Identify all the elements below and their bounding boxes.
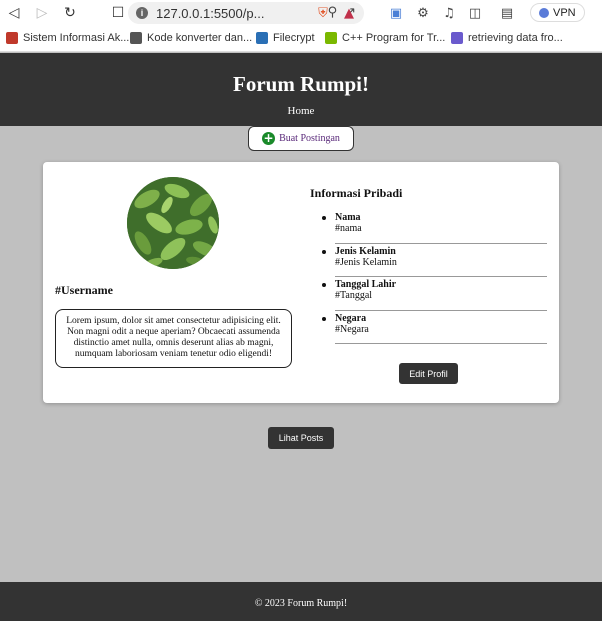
bookmark-item-filecrypt[interactable]: Filecrypt — [256, 32, 315, 44]
media-icon[interactable]: ♫ — [440, 3, 458, 23]
site-header: Forum Rumpi! Home — [0, 53, 602, 126]
avatar — [127, 177, 219, 269]
site-title: Forum Rumpi! — [233, 72, 369, 96]
info-label: Jenis Kelamin — [335, 245, 396, 257]
info-item-tanggal-lahir: Tanggal Lahir #Tanggal — [322, 277, 547, 311]
sidebar-icon[interactable]: ◫ — [466, 3, 484, 23]
wallet-icon[interactable]: ▤ — [498, 3, 516, 23]
bookmark-label: Sistem Informasi Ak... — [23, 32, 130, 44]
vpn-button[interactable]: VPN — [530, 3, 585, 22]
bookmark-label: retrieving data fro... — [468, 32, 563, 44]
info-value: #Jenis Kelamin — [335, 256, 397, 268]
bookmark-item-cpp-program[interactable]: C++ Program for Tr... — [325, 32, 445, 44]
extensions-icon[interactable]: ⚙ — [414, 3, 432, 23]
bookmark-item-sistem-informasi[interactable]: Sistem Informasi Ak... — [6, 32, 129, 44]
create-post-label: Buat Postingan — [279, 133, 340, 144]
personal-info-list: Nama #nama Jenis Kelamin #Jenis Kelamin … — [322, 210, 547, 344]
bookmark-favicon-icon — [451, 32, 463, 44]
personal-info-title: Informasi Pribadi — [310, 186, 403, 200]
forward-icon[interactable]: ▷ — [28, 0, 56, 26]
bookmark-label: Kode konverter dan... — [147, 32, 253, 44]
bookmark-item-kode-konverter[interactable]: Kode konverter dan... — [130, 32, 252, 44]
edit-profile-button[interactable]: Edit Profil — [399, 363, 458, 384]
bookmarks-bar: Sistem Informasi Ak... Kode konverter da… — [0, 26, 602, 52]
info-value: #nama — [335, 223, 362, 234]
info-label: Nama — [335, 212, 361, 223]
nav-bar: Home — [0, 105, 602, 117]
info-item-negara: Negara #Negara — [322, 311, 547, 344]
info-label: Negara — [335, 312, 367, 324]
view-posts-button[interactable]: Lihat Posts — [268, 427, 334, 449]
bookmark-favicon-icon — [256, 32, 268, 44]
url-text: 127.0.0.1:5500/p... — [156, 5, 265, 21]
footer: © 2023 Forum Rumpi! — [0, 582, 602, 621]
bookmark-label: Filecrypt — [273, 32, 315, 44]
brave-rewards-icon[interactable]: ▲ — [340, 3, 358, 23]
bookmark-label: C++ Program for Tr... — [342, 32, 446, 44]
browser-toolbar: ◁ ▷ ↻ ☐ i 127.0.0.1:5500/p... ⚲ ↗ ⛨ ▲ ▣ … — [0, 0, 602, 26]
plus-circle-icon: + — [262, 131, 276, 145]
vpn-icon — [539, 7, 549, 18]
create-post-button[interactable]: + Buat Postingan — [248, 126, 354, 151]
bookmark-favicon-icon — [6, 32, 18, 44]
info-item-jenis-kelamin: Jenis Kelamin #Jenis Kelamin — [322, 244, 547, 277]
avatar-leaves-image — [127, 177, 219, 269]
bookmark-item-retrieving-data[interactable]: retrieving data fro... — [451, 32, 563, 44]
bookmark-favicon-icon — [130, 32, 142, 44]
footer-text: © 2023 Forum Rumpi! — [254, 598, 348, 609]
bookmark-favicon-icon — [325, 32, 337, 44]
info-item-nama: Nama #nama — [322, 210, 547, 244]
info-value: #Negara — [335, 323, 369, 335]
nav-home-link[interactable]: Home — [288, 105, 315, 117]
site-info-icon[interactable]: i — [136, 7, 148, 19]
vpn-label: VPN — [553, 6, 576, 19]
info-value: #Tanggal — [335, 290, 373, 301]
reload-icon[interactable]: ↻ — [56, 0, 84, 26]
translate-icon[interactable]: ▣ — [387, 3, 405, 23]
back-icon[interactable]: ◁ — [0, 0, 28, 26]
username: #Username — [55, 283, 113, 297]
bio-box: Lorem ipsum, dolor sit amet consectetur … — [55, 309, 292, 368]
brave-shield-icon[interactable]: ⛨ — [314, 3, 332, 23]
profile-card: #Username Lorem ipsum, dolor sit amet co… — [43, 162, 559, 403]
info-label: Tanggal Lahir — [335, 279, 397, 290]
